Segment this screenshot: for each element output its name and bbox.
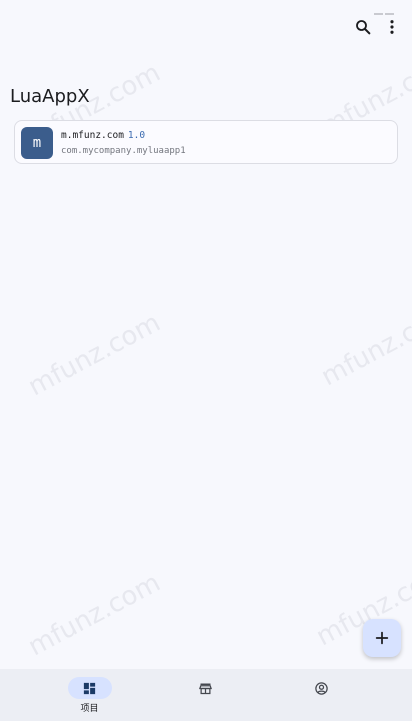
project-name-text: m.mfunz.com bbox=[61, 130, 124, 141]
project-name: m.mfunz.com 1.0 bbox=[61, 130, 145, 141]
more-options-button[interactable] bbox=[380, 15, 404, 39]
add-icon bbox=[375, 631, 389, 645]
bottom-navigation: 项目 bbox=[0, 669, 412, 721]
add-project-button[interactable] bbox=[363, 619, 401, 657]
project-package: com.mycompany.myluaapp1 bbox=[61, 146, 186, 156]
watermark: mfunz.com bbox=[23, 567, 166, 663]
project-version: 1.0 bbox=[127, 130, 146, 141]
nav-item-account[interactable] bbox=[253, 669, 390, 721]
more-vert-icon bbox=[390, 20, 394, 34]
watermark: mfunz.com bbox=[23, 307, 166, 403]
dashboard-icon bbox=[83, 682, 96, 694]
search-icon bbox=[356, 20, 371, 35]
screen: mfunz.com mfunz.com mfunz.com mfunz.com … bbox=[0, 0, 412, 721]
status-bar-hint bbox=[372, 0, 394, 15]
nav-indicator bbox=[300, 677, 344, 699]
nav-indicator bbox=[184, 677, 228, 699]
store-icon bbox=[199, 683, 212, 694]
search-button[interactable] bbox=[351, 15, 375, 39]
account-circle-icon bbox=[315, 681, 328, 695]
project-card[interactable]: m m.mfunz.com 1.0 com.mycompany.myluaapp1 bbox=[14, 120, 398, 164]
nav-indicator bbox=[67, 677, 112, 699]
watermark: mfunz.com bbox=[316, 297, 412, 393]
project-avatar: m bbox=[21, 127, 53, 159]
page-title: LuaAppX bbox=[10, 86, 90, 107]
